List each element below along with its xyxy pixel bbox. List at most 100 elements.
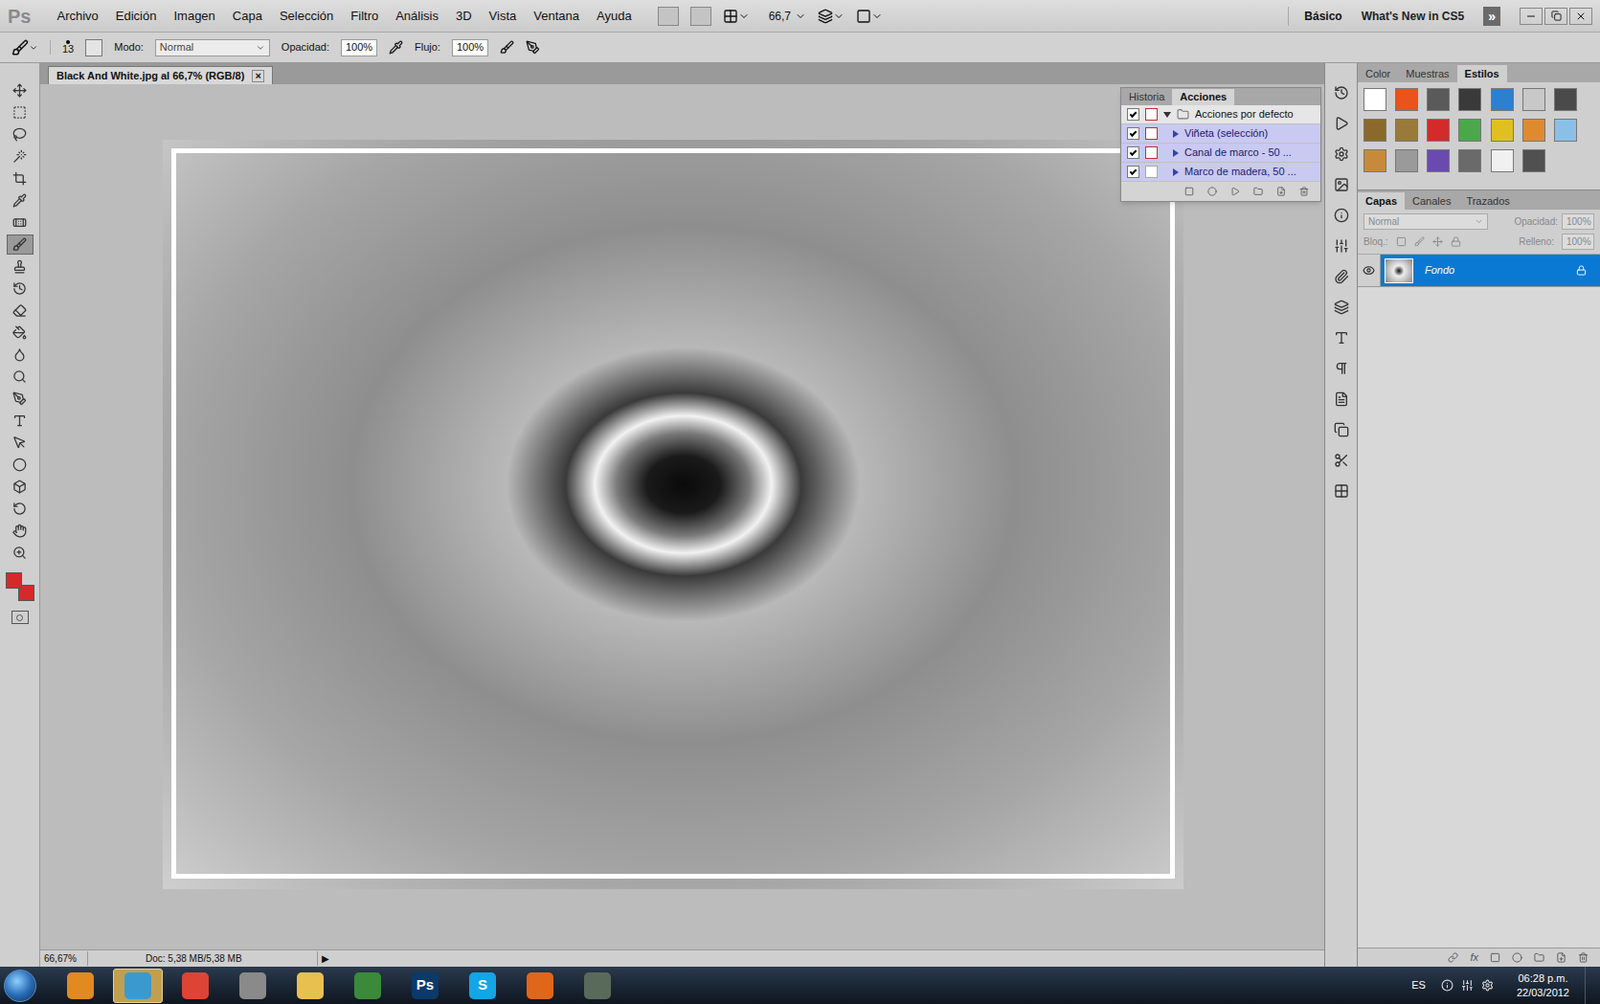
dock-button[interactable] <box>1329 82 1353 104</box>
panel-tab[interactable]: Color <box>1357 65 1398 83</box>
tool-button[interactable] <box>6 344 34 365</box>
workspace-button[interactable]: What's New in CS5 <box>1361 7 1465 25</box>
taskbar-app[interactable] <box>572 969 623 1004</box>
style-swatch[interactable] <box>1554 88 1578 112</box>
foreground-color[interactable] <box>5 572 23 589</box>
panel-tab[interactable]: Estilos <box>1457 65 1508 83</box>
menu-item[interactable]: Edición <box>109 6 164 26</box>
clock[interactable]: 06:28 p.m.22/03/2012 <box>1509 971 1578 1001</box>
style-swatch[interactable] <box>1395 149 1419 173</box>
lock-all-icon[interactable] <box>1450 236 1462 248</box>
panel-tab[interactable]: Acciones <box>1171 89 1235 106</box>
fx-button[interactable]: fx <box>1469 949 1479 967</box>
dock-button[interactable] <box>1329 112 1353 135</box>
trash-icon[interactable] <box>1299 186 1309 197</box>
menu-item[interactable]: Ventana <box>526 6 586 26</box>
style-swatch[interactable] <box>1426 118 1450 142</box>
expand-icon[interactable] <box>1172 168 1179 177</box>
visibility-icon[interactable] <box>1362 264 1375 277</box>
tool-button[interactable] <box>6 366 34 387</box>
link-icon[interactable] <box>1447 952 1459 964</box>
menu-item[interactable]: Archivo <box>49 6 105 26</box>
dialog-toggle[interactable] <box>1145 165 1158 179</box>
style-swatch[interactable] <box>1458 149 1482 173</box>
layer-opacity-field[interactable]: 100% <box>1561 213 1595 230</box>
tool-button[interactable] <box>6 432 34 453</box>
tool-button[interactable] <box>6 190 34 211</box>
style-swatch[interactable] <box>1458 118 1482 142</box>
dock-button[interactable] <box>1329 204 1353 226</box>
tool-button[interactable] <box>6 212 34 233</box>
trash-icon[interactable] <box>1577 952 1589 964</box>
action-toggle[interactable] <box>1126 165 1140 179</box>
tool-button[interactable] <box>6 388 34 409</box>
style-swatch[interactable] <box>1490 88 1514 112</box>
panel-tab[interactable]: Historia <box>1121 89 1172 106</box>
bridge-button[interactable] <box>657 6 679 26</box>
dock-button[interactable] <box>1329 296 1353 318</box>
volume-icon[interactable] <box>1481 979 1494 992</box>
tool-button[interactable] <box>6 80 34 101</box>
dialog-toggle[interactable] <box>1145 108 1158 121</box>
workspace-button[interactable]: Básico <box>1304 7 1342 25</box>
action-row[interactable]: Viñeta (selección) <box>1121 124 1321 144</box>
style-swatch[interactable] <box>1522 118 1546 142</box>
mask-icon[interactable] <box>1489 952 1501 964</box>
dialog-toggle[interactable] <box>1145 146 1158 159</box>
tool-button[interactable] <box>6 520 34 541</box>
style-swatch[interactable] <box>1522 149 1546 173</box>
tool-button[interactable] <box>6 322 34 343</box>
language-indicator[interactable]: ES <box>1411 977 1426 994</box>
quick-mask-button[interactable] <box>11 610 29 625</box>
record-icon[interactable] <box>1207 186 1217 197</box>
zoom-dropdown[interactable]: 66,7 <box>768 7 807 25</box>
tool-button[interactable] <box>6 146 34 167</box>
tray-icon[interactable] <box>1441 979 1454 992</box>
fill-field[interactable]: 100% <box>1561 233 1595 250</box>
minibridge-button[interactable] <box>690 6 712 26</box>
status-menu-button[interactable]: ▶ <box>317 951 334 967</box>
style-swatch[interactable] <box>1490 149 1514 173</box>
dock-button[interactable] <box>1329 388 1353 410</box>
tool-button[interactable] <box>6 124 34 145</box>
lock-position-icon[interactable] <box>1432 236 1443 248</box>
dock-button[interactable] <box>1329 174 1353 196</box>
dock-button[interactable] <box>1329 143 1353 165</box>
tool-button[interactable] <box>6 102 34 123</box>
restore-button[interactable] <box>1544 7 1568 25</box>
style-swatch[interactable] <box>1363 118 1387 142</box>
style-swatch[interactable] <box>1490 118 1514 142</box>
expand-icon[interactable] <box>1172 130 1179 138</box>
taskbar-app[interactable] <box>515 969 565 1004</box>
mode-select[interactable]: Normal <box>155 39 271 57</box>
expand-icon[interactable] <box>1172 149 1179 158</box>
style-swatch[interactable] <box>1426 88 1450 112</box>
flow-field[interactable]: 100% <box>451 39 489 57</box>
extras-button[interactable] <box>722 8 750 24</box>
tool-button[interactable] <box>6 542 34 564</box>
panel-tab[interactable]: Muestras <box>1397 65 1457 83</box>
brush-panel-button[interactable] <box>85 39 103 57</box>
dock-button[interactable] <box>1329 235 1353 257</box>
minimize-button[interactable] <box>1519 7 1543 25</box>
screen-mode-button[interactable] <box>856 8 883 24</box>
action-toggle[interactable] <box>1126 146 1140 159</box>
panel-tab[interactable]: Trazados <box>1458 192 1517 210</box>
brush-size[interactable]: 13 <box>49 40 74 55</box>
document-tab[interactable]: Black And White.jpg al 66,7% (RGB/8)× <box>47 66 273 85</box>
taskbar-app[interactable] <box>342 969 393 1004</box>
new-action-icon[interactable] <box>1276 186 1286 197</box>
style-swatch[interactable] <box>1554 118 1578 142</box>
panel-tab[interactable]: Canales <box>1404 192 1459 210</box>
stop-icon[interactable] <box>1184 186 1195 197</box>
taskbar-app[interactable] <box>285 969 336 1004</box>
blend-mode-select[interactable]: Normal <box>1363 213 1488 230</box>
style-swatch[interactable] <box>1522 88 1546 112</box>
menu-item[interactable]: Vista <box>482 6 524 26</box>
menu-item[interactable]: Análisis <box>388 6 446 26</box>
taskbar-app[interactable] <box>112 969 163 1004</box>
menu-item[interactable]: 3D <box>449 6 479 26</box>
network-icon[interactable] <box>1461 979 1474 992</box>
menu-item[interactable]: Selección <box>272 6 340 26</box>
photo[interactable] <box>162 139 1184 890</box>
